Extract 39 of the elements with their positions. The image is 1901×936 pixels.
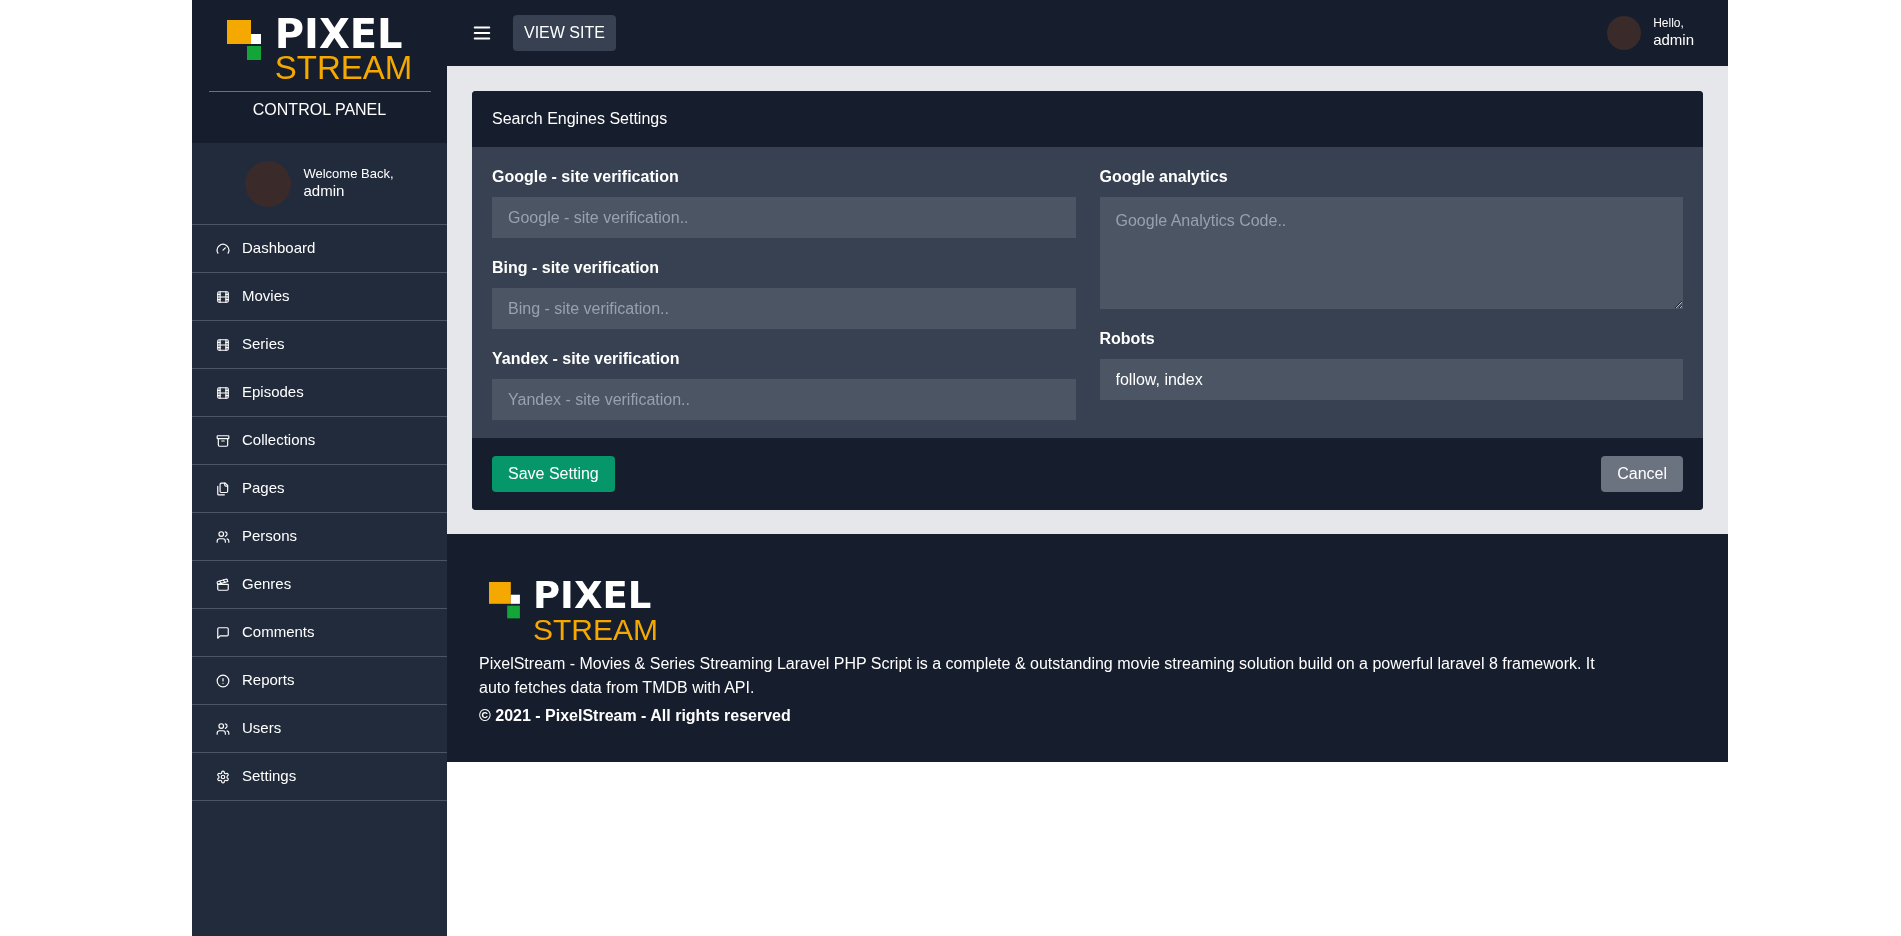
input-field[interactable]: Yandex - site verification.. [492, 379, 1076, 420]
comment-icon [216, 625, 230, 640]
greeting-text: Hello, [1653, 16, 1685, 32]
cancel-button[interactable]: Cancel [1601, 456, 1683, 492]
film-icon [216, 289, 230, 304]
alert-icon [216, 673, 230, 688]
logo-text: PIXEL [274, 16, 403, 52]
input-field[interactable]: Google - site verification.. [492, 197, 1076, 238]
control-panel-title: CONTROL PANEL [252, 100, 387, 120]
film-icon [216, 337, 230, 352]
textarea-field[interactable]: Google Analytics Code.. [1099, 197, 1683, 309]
box-icon [216, 433, 230, 448]
input-field[interactable]: Bing - site verification.. [492, 288, 1076, 329]
settings-icon [216, 769, 230, 784]
film-icon [216, 385, 230, 400]
field-label: Bing - site verification [492, 258, 661, 278]
input-field[interactable]: follow, index [1099, 359, 1683, 400]
clapperboard-icon [216, 577, 230, 592]
field-label: Robots [1099, 329, 1156, 349]
view-site-button[interactable]: VIEW SITE [513, 15, 616, 51]
welcome-text: Welcome Back, [303, 166, 394, 183]
logo-subtext: STREAM [533, 614, 658, 646]
field-label: Yandex - site verification [492, 349, 681, 369]
logo-subtext: STREAM [274, 52, 413, 84]
logo-text: PIXEL [533, 578, 653, 614]
username: admin [1653, 31, 1694, 50]
username: admin [303, 182, 346, 201]
save-button[interactable]: Save Setting [492, 456, 615, 492]
footer-description: PixelStream - Movies & Series Streaming Laravel PHP Script is a complete & outstanding movie streaming solution build on a powerful laravel 8 framework. It auto fetches data from TMDB with API. [479, 654, 1596, 698]
sidebar-item[interactable]: Settings [192, 753, 447, 801]
avatar [1607, 16, 1642, 50]
gauge-icon [216, 241, 230, 256]
card-title: Search Engines Settings [492, 109, 668, 129]
document-icon [216, 481, 230, 496]
field-label: Google analytics [1099, 167, 1229, 187]
users-icon [216, 721, 230, 736]
copyright-text: © 2021 - PixelStream - All rights reserved [479, 706, 791, 726]
field-label: Google - site verification [492, 167, 680, 187]
people-icon [216, 529, 230, 544]
